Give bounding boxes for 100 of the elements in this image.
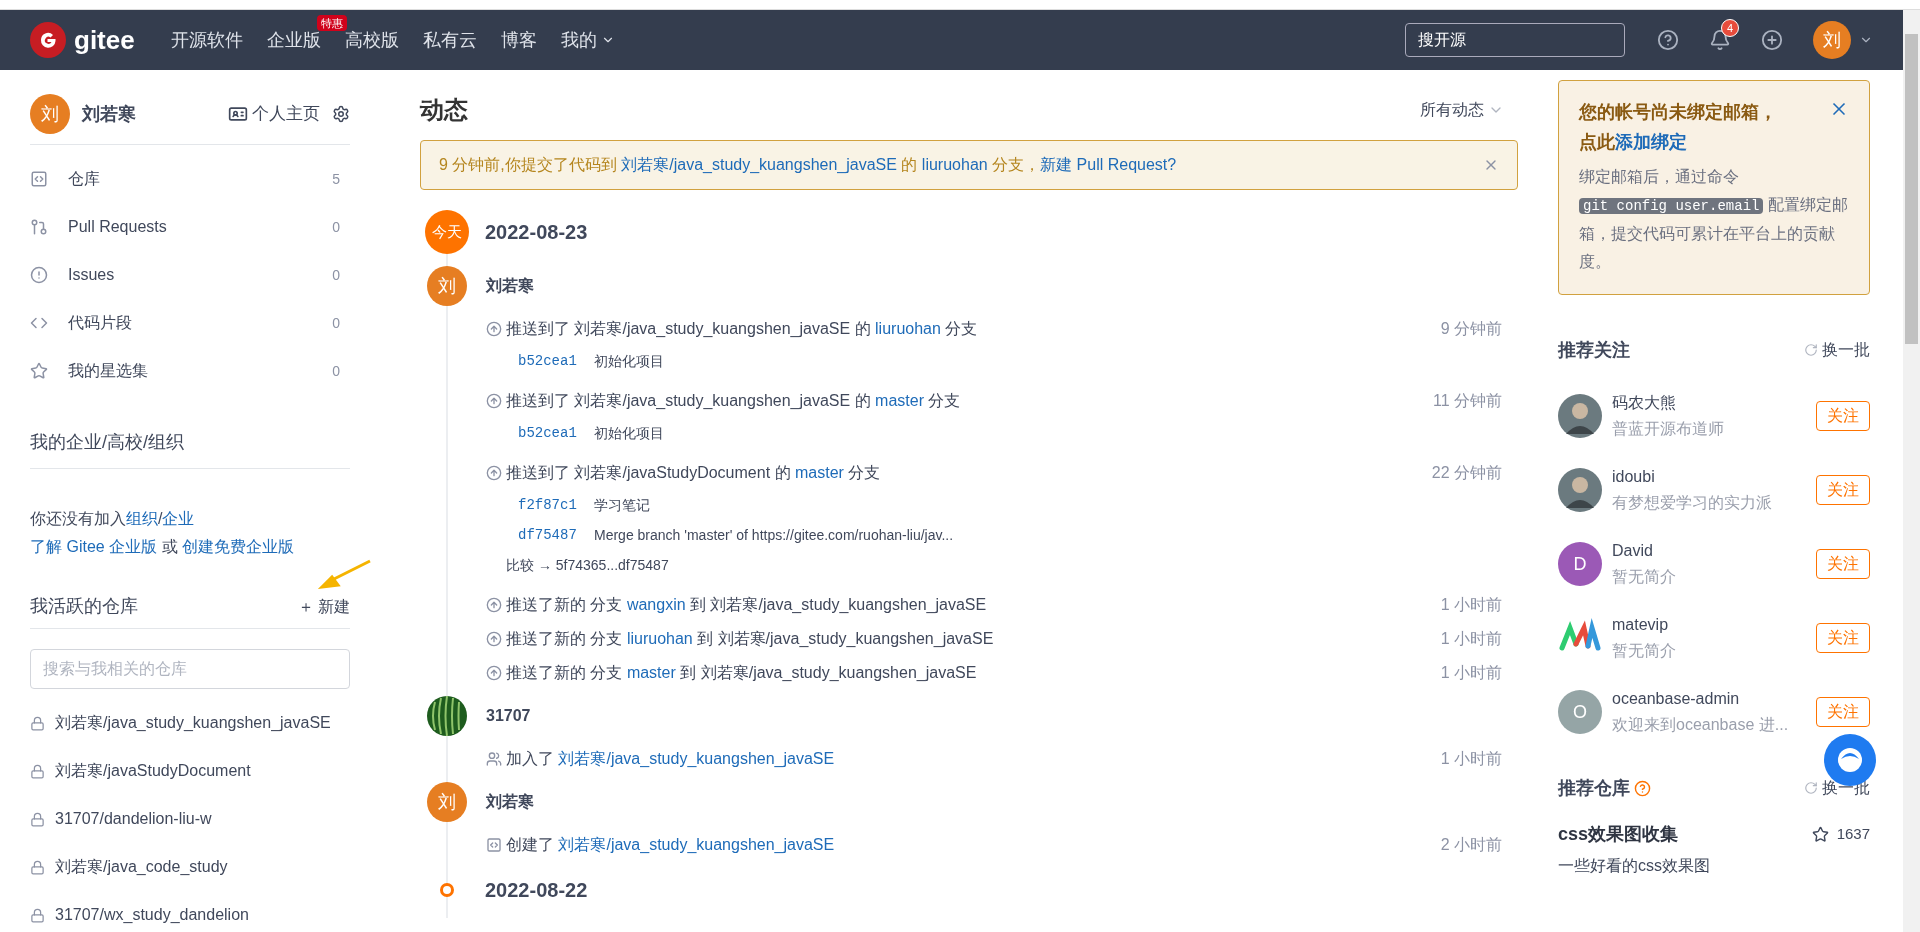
help-icon[interactable] — [1634, 779, 1651, 797]
user-bio: 普蓝开源布道师 — [1612, 419, 1725, 439]
annotation-arrow — [316, 559, 372, 589]
link[interactable]: master — [626, 664, 676, 681]
user-name[interactable]: matevip — [1612, 612, 1816, 638]
commit-hash[interactable]: b52cea1 — [518, 350, 594, 372]
link[interactable]: 刘若寒/java_study_kuangshen_javaSE — [558, 836, 835, 853]
promo-badge: 特惠 — [316, 14, 347, 31]
event-text: 推送到了 刘若寒/java_study_kuangshen_javaSE 的 — [506, 392, 872, 409]
push-icon — [486, 321, 502, 337]
refresh-link[interactable]: 换一批 — [1822, 338, 1870, 362]
logo-text[interactable]: gitee — [74, 20, 135, 60]
lock-icon — [30, 907, 45, 923]
link[interactable]: liuruohan — [875, 320, 941, 337]
section-title: 我活跃的仓库 — [30, 595, 139, 618]
lock-icon — [30, 763, 45, 779]
sidebar-item[interactable]: 仓库 5 — [30, 155, 350, 203]
user-avatar[interactable]: D — [1558, 542, 1602, 586]
date-heading: 2022-08-22 — [485, 878, 588, 903]
person-avatar-icon[interactable] — [1558, 468, 1602, 512]
person-avatar-icon[interactable] — [1558, 394, 1602, 438]
event-text: 推送了新的 分支 — [506, 596, 624, 613]
event-text: 分支 — [927, 392, 961, 409]
filter-dropdown[interactable]: 所有动态 — [1420, 98, 1484, 122]
bind-email-link[interactable]: 添加绑定 — [1615, 132, 1687, 152]
user-bio: 暂无简介 — [1612, 567, 1677, 587]
link[interactable]: master — [794, 464, 844, 481]
event-text: 到 刘若寒/java_study_kuangshen_javaSE — [679, 664, 977, 681]
sidebar-item[interactable]: 我的星选集 0 — [30, 347, 350, 395]
commit-hash[interactable]: df75487 — [518, 524, 594, 546]
repo-link[interactable]: 刘若寒/java_study_kuangshen_javaSE — [55, 711, 331, 735]
commit-hash[interactable]: f2f87c1 — [518, 494, 594, 516]
repo-link[interactable]: 31707/dandelion-liu-w — [55, 807, 212, 831]
help-icon[interactable] — [1657, 29, 1679, 51]
link[interactable]: 组织 — [126, 510, 158, 527]
link[interactable]: 企业 — [162, 510, 195, 527]
user-name[interactable]: oceanbase-admin — [1612, 686, 1816, 712]
link[interactable]: wangxin — [626, 596, 686, 613]
event-time: 1 小时前 — [1440, 629, 1502, 649]
pr-icon — [30, 218, 48, 236]
today-marker: 今天 — [425, 210, 469, 254]
event-time: 1 小时前 — [1440, 663, 1502, 683]
section-title: 推荐关注 — [1558, 338, 1631, 362]
notice-text: 9 分钟前,你提交了代码到 — [439, 156, 618, 173]
scrollbar[interactable] — [1903, 10, 1920, 932]
user-name[interactable]: 刘若寒 — [486, 790, 534, 814]
settings-icon[interactable] — [332, 105, 350, 123]
homepage-link[interactable]: 个人主页 — [252, 101, 320, 127]
repo-link[interactable]: 刘若寒/java_code_study — [55, 855, 228, 879]
compare-link[interactable]: 比较 → 5f74365...df75487 — [486, 550, 1502, 580]
add-icon[interactable] — [1761, 29, 1783, 51]
sidebar-item[interactable]: 代码片段 0 — [30, 299, 350, 347]
repo-icon — [30, 170, 48, 188]
id-card-icon — [228, 104, 248, 124]
push-icon — [486, 393, 502, 409]
event-text: 推送到了 刘若寒/java_study_kuangshen_javaSE 的 — [506, 320, 872, 337]
nav-link[interactable]: 我的 — [560, 26, 597, 54]
event-time: 11 分钟前 — [1432, 391, 1502, 411]
date-marker — [440, 883, 454, 897]
nav-link[interactable]: 高校版 — [344, 26, 399, 54]
link[interactable]: 创建免费企业版 — [182, 538, 295, 555]
link[interactable]: 新建 Pull Request? — [1040, 156, 1177, 173]
link[interactable]: liuruohan — [921, 156, 988, 173]
commit-message: 初始化项目 — [594, 423, 664, 443]
issue-icon — [30, 266, 48, 284]
user-name[interactable]: 码农大熊 — [1612, 390, 1816, 416]
nav-link[interactable]: 开源软件 — [170, 26, 243, 54]
watermelon-icon[interactable] — [427, 696, 467, 736]
sidebar-item[interactable]: Issues 0 — [30, 251, 350, 299]
user-name[interactable]: idoubi — [1612, 464, 1816, 490]
user-name[interactable]: 刘若寒 — [486, 274, 534, 298]
link[interactable]: 刘若寒/java_study_kuangshen_javaSE — [558, 750, 835, 767]
nav-link[interactable]: 博客 — [500, 26, 537, 54]
event-text: 推送了新的 分支 — [506, 630, 624, 647]
section-title: 我的企业/高校/组织 — [30, 429, 350, 469]
user-name[interactable]: 31707 — [486, 704, 531, 728]
feed-title: 动态 — [420, 95, 468, 125]
link[interactable]: liuruohan — [626, 630, 693, 647]
user-bio: 欢迎来到oceanbase 进... — [1612, 715, 1790, 735]
notification-count: 4 — [1721, 19, 1739, 37]
search-field[interactable]: 搜开源 — [1405, 23, 1625, 57]
link[interactable]: master — [875, 392, 924, 409]
lock-icon — [30, 859, 45, 875]
notice-title: 您的帐号尚未绑定邮箱， — [1579, 102, 1777, 122]
org-text: 或 — [160, 538, 179, 555]
sidebar-item[interactable]: Pull Requests 0 — [30, 203, 350, 251]
user-name[interactable]: 刘若寒 — [82, 100, 136, 128]
nav-link[interactable]: 私有云 — [422, 26, 477, 54]
repo-link[interactable]: 31707/wx_study_dandelion — [55, 903, 249, 927]
new-repo-link[interactable]: ＋ 新建 — [297, 594, 350, 619]
link[interactable]: 了解 Gitee 企业版 — [30, 538, 158, 555]
repo-name[interactable]: css效果图收集 — [1558, 821, 1812, 848]
push-icon — [486, 465, 502, 481]
user-name[interactable]: David — [1612, 538, 1816, 564]
commit-hash[interactable]: b52cea1 — [518, 422, 594, 444]
section-title: 推荐仓库 — [1558, 776, 1630, 800]
event-time: 9 分钟前 — [1440, 319, 1502, 339]
repo-link[interactable]: 刘若寒/javaStudyDocument — [55, 759, 251, 783]
link[interactable]: 刘若寒/java_study_kuangshen_javaSE — [621, 156, 897, 173]
agent-icon — [1835, 745, 1865, 775]
